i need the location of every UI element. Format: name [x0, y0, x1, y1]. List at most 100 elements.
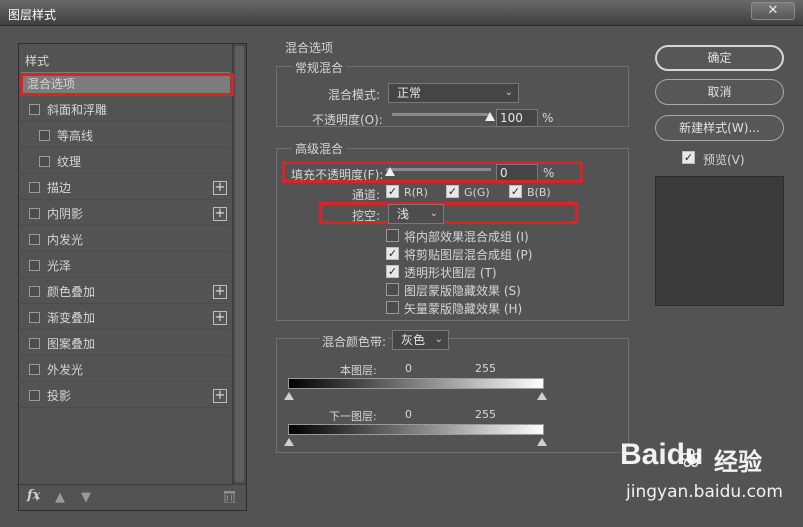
- channels-label: 通道:: [352, 188, 381, 202]
- close-button[interactable]: ✕: [751, 2, 795, 20]
- advanced-option-checkbox[interactable]: ✓: [386, 265, 399, 278]
- underlying-layer-max: 255: [475, 408, 496, 421]
- knockout-value: 浅: [397, 207, 410, 221]
- this-layer-max: 255: [475, 362, 496, 375]
- watermark-url: jingyan.baidu.com: [626, 482, 783, 502]
- general-blending-title: 常规混合: [292, 59, 347, 76]
- style-checkbox[interactable]: [29, 260, 40, 271]
- title-bar: 图层样式 ✕: [0, 0, 803, 26]
- baidu-watermark: Baidu ❀ 经验 jingyan.baidu.com: [620, 438, 790, 510]
- this-layer-gradient: [288, 378, 544, 389]
- trash-icon[interactable]: [224, 490, 235, 507]
- opacity-slider-thumb[interactable]: [485, 112, 495, 121]
- style-item[interactable]: 描边 +: [21, 176, 230, 200]
- add-style-instance-button[interactable]: +: [213, 207, 227, 221]
- underlying-layer-min: 0: [405, 408, 412, 421]
- advanced-option-checkbox[interactable]: [386, 283, 399, 296]
- opacity-percent: %: [542, 111, 554, 125]
- underlying-layer-black-slider[interactable]: [284, 438, 294, 446]
- fx-dropdown-icon: ▾: [35, 494, 40, 503]
- style-item-label: 光泽: [47, 259, 72, 273]
- style-checkbox[interactable]: [29, 286, 40, 297]
- new-style-button[interactable]: 新建样式(W)...: [655, 115, 784, 141]
- style-checkbox[interactable]: [29, 364, 40, 375]
- style-item[interactable]: 图案叠加: [21, 332, 230, 356]
- style-item-label: 外发光: [47, 363, 84, 377]
- channel-checkbox[interactable]: ✓: [446, 185, 459, 198]
- styles-header: 样式: [25, 54, 50, 68]
- add-style-instance-button[interactable]: +: [213, 389, 227, 403]
- style-item[interactable]: 内发光: [21, 228, 230, 252]
- style-item-label: 内阴影: [47, 207, 84, 221]
- style-item-label: 渐变叠加: [47, 311, 96, 325]
- advanced-option-label: 将剪贴图层混合成组 (P): [404, 248, 533, 262]
- style-item[interactable]: 外发光: [21, 358, 230, 382]
- opacity-slider-track[interactable]: [392, 113, 490, 116]
- underlying-layer-white-slider[interactable]: [537, 438, 547, 446]
- style-item[interactable]: 渐变叠加 +: [21, 306, 230, 330]
- style-checkbox[interactable]: [29, 104, 40, 115]
- channel-checkbox[interactable]: ✓: [509, 185, 522, 198]
- add-style-instance-button[interactable]: +: [213, 311, 227, 325]
- channel-label: G(G): [464, 186, 490, 199]
- style-item[interactable]: 光泽: [21, 254, 230, 278]
- add-style-instance-button[interactable]: +: [213, 181, 227, 195]
- blend-mode-value: 正常: [397, 86, 422, 100]
- chevron-down-icon: ⌄: [429, 208, 438, 219]
- style-item-label: 图案叠加: [47, 337, 96, 351]
- close-icon: ✕: [767, 3, 779, 18]
- style-checkbox[interactable]: [39, 156, 50, 167]
- style-checkbox[interactable]: [29, 182, 40, 193]
- style-item[interactable]: 纹理: [21, 150, 230, 174]
- styles-toolbar: fx ▾ ▲ ▼: [19, 484, 246, 511]
- style-checkbox[interactable]: [29, 390, 40, 401]
- channel-checkbox[interactable]: ✓: [386, 185, 399, 198]
- advanced-option-checkbox[interactable]: [386, 301, 399, 314]
- this-layer-black-slider[interactable]: [284, 392, 294, 400]
- arrow-up-icon[interactable]: ▲: [55, 490, 65, 505]
- arrow-down-icon[interactable]: ▼: [81, 490, 91, 505]
- styles-list: 样式 混合选项 斜面和浮雕 等高线 纹理 描边 + 内阴影 + 内发光 光泽 颜色叠加 + 渐变叠加 + 图…: [19, 44, 232, 484]
- highlight-box-fill-opacity: [282, 161, 583, 183]
- style-item[interactable]: 颜色叠加 +: [21, 280, 230, 304]
- section-title: 混合选项: [285, 41, 334, 55]
- advanced-blending-title: 高级混合: [292, 140, 347, 157]
- style-item[interactable]: 斜面和浮雕: [21, 98, 230, 122]
- style-checkbox[interactable]: [29, 312, 40, 323]
- style-checkbox[interactable]: [29, 234, 40, 245]
- ok-button[interactable]: 确定: [655, 45, 784, 71]
- scrollbar-thumb[interactable]: [235, 46, 244, 482]
- this-layer-white-slider[interactable]: [537, 392, 547, 400]
- preview-thumbnail: [655, 176, 784, 306]
- knockout-dropdown[interactable]: 浅 ⌄: [388, 204, 444, 224]
- advanced-option-checkbox[interactable]: [386, 229, 399, 242]
- style-item[interactable]: 内阴影 +: [21, 202, 230, 226]
- blend-if-value: 灰色: [401, 333, 426, 347]
- channel-label: R(R): [404, 186, 428, 199]
- advanced-option-checkbox[interactable]: ✓: [386, 247, 399, 260]
- blend-if-dropdown[interactable]: 灰色 ⌄: [392, 330, 449, 350]
- preview-label: 预览(V): [703, 153, 745, 167]
- opacity-input[interactable]: 100: [496, 109, 538, 127]
- style-item[interactable]: 等高线: [21, 124, 230, 148]
- highlight-box-blend-options: [20, 73, 234, 96]
- style-checkbox[interactable]: [39, 130, 50, 141]
- chevron-down-icon: ⌄: [434, 334, 443, 345]
- style-item[interactable]: 投影 +: [21, 384, 230, 408]
- cancel-button[interactable]: 取消: [655, 79, 784, 105]
- knockout-label: 挖空:: [352, 209, 381, 223]
- this-layer-label: 本图层:: [340, 364, 377, 377]
- opacity-label: 不透明度(O):: [312, 113, 383, 127]
- blend-mode-dropdown[interactable]: 正常 ⌄: [388, 83, 519, 103]
- style-checkbox[interactable]: [29, 338, 40, 349]
- add-style-instance-button[interactable]: +: [213, 285, 227, 299]
- style-item-label: 内发光: [47, 233, 84, 247]
- channel-label: B(B): [527, 186, 551, 199]
- style-item-label: 颜色叠加: [47, 285, 96, 299]
- blend-mode-label: 混合模式:: [328, 88, 381, 102]
- advanced-option-label: 透明形状图层 (T): [404, 266, 497, 280]
- styles-scrollbar[interactable]: [232, 44, 246, 484]
- style-checkbox[interactable]: [29, 208, 40, 219]
- style-item-label: 纹理: [57, 155, 82, 169]
- preview-checkbox[interactable]: ✓: [682, 151, 695, 164]
